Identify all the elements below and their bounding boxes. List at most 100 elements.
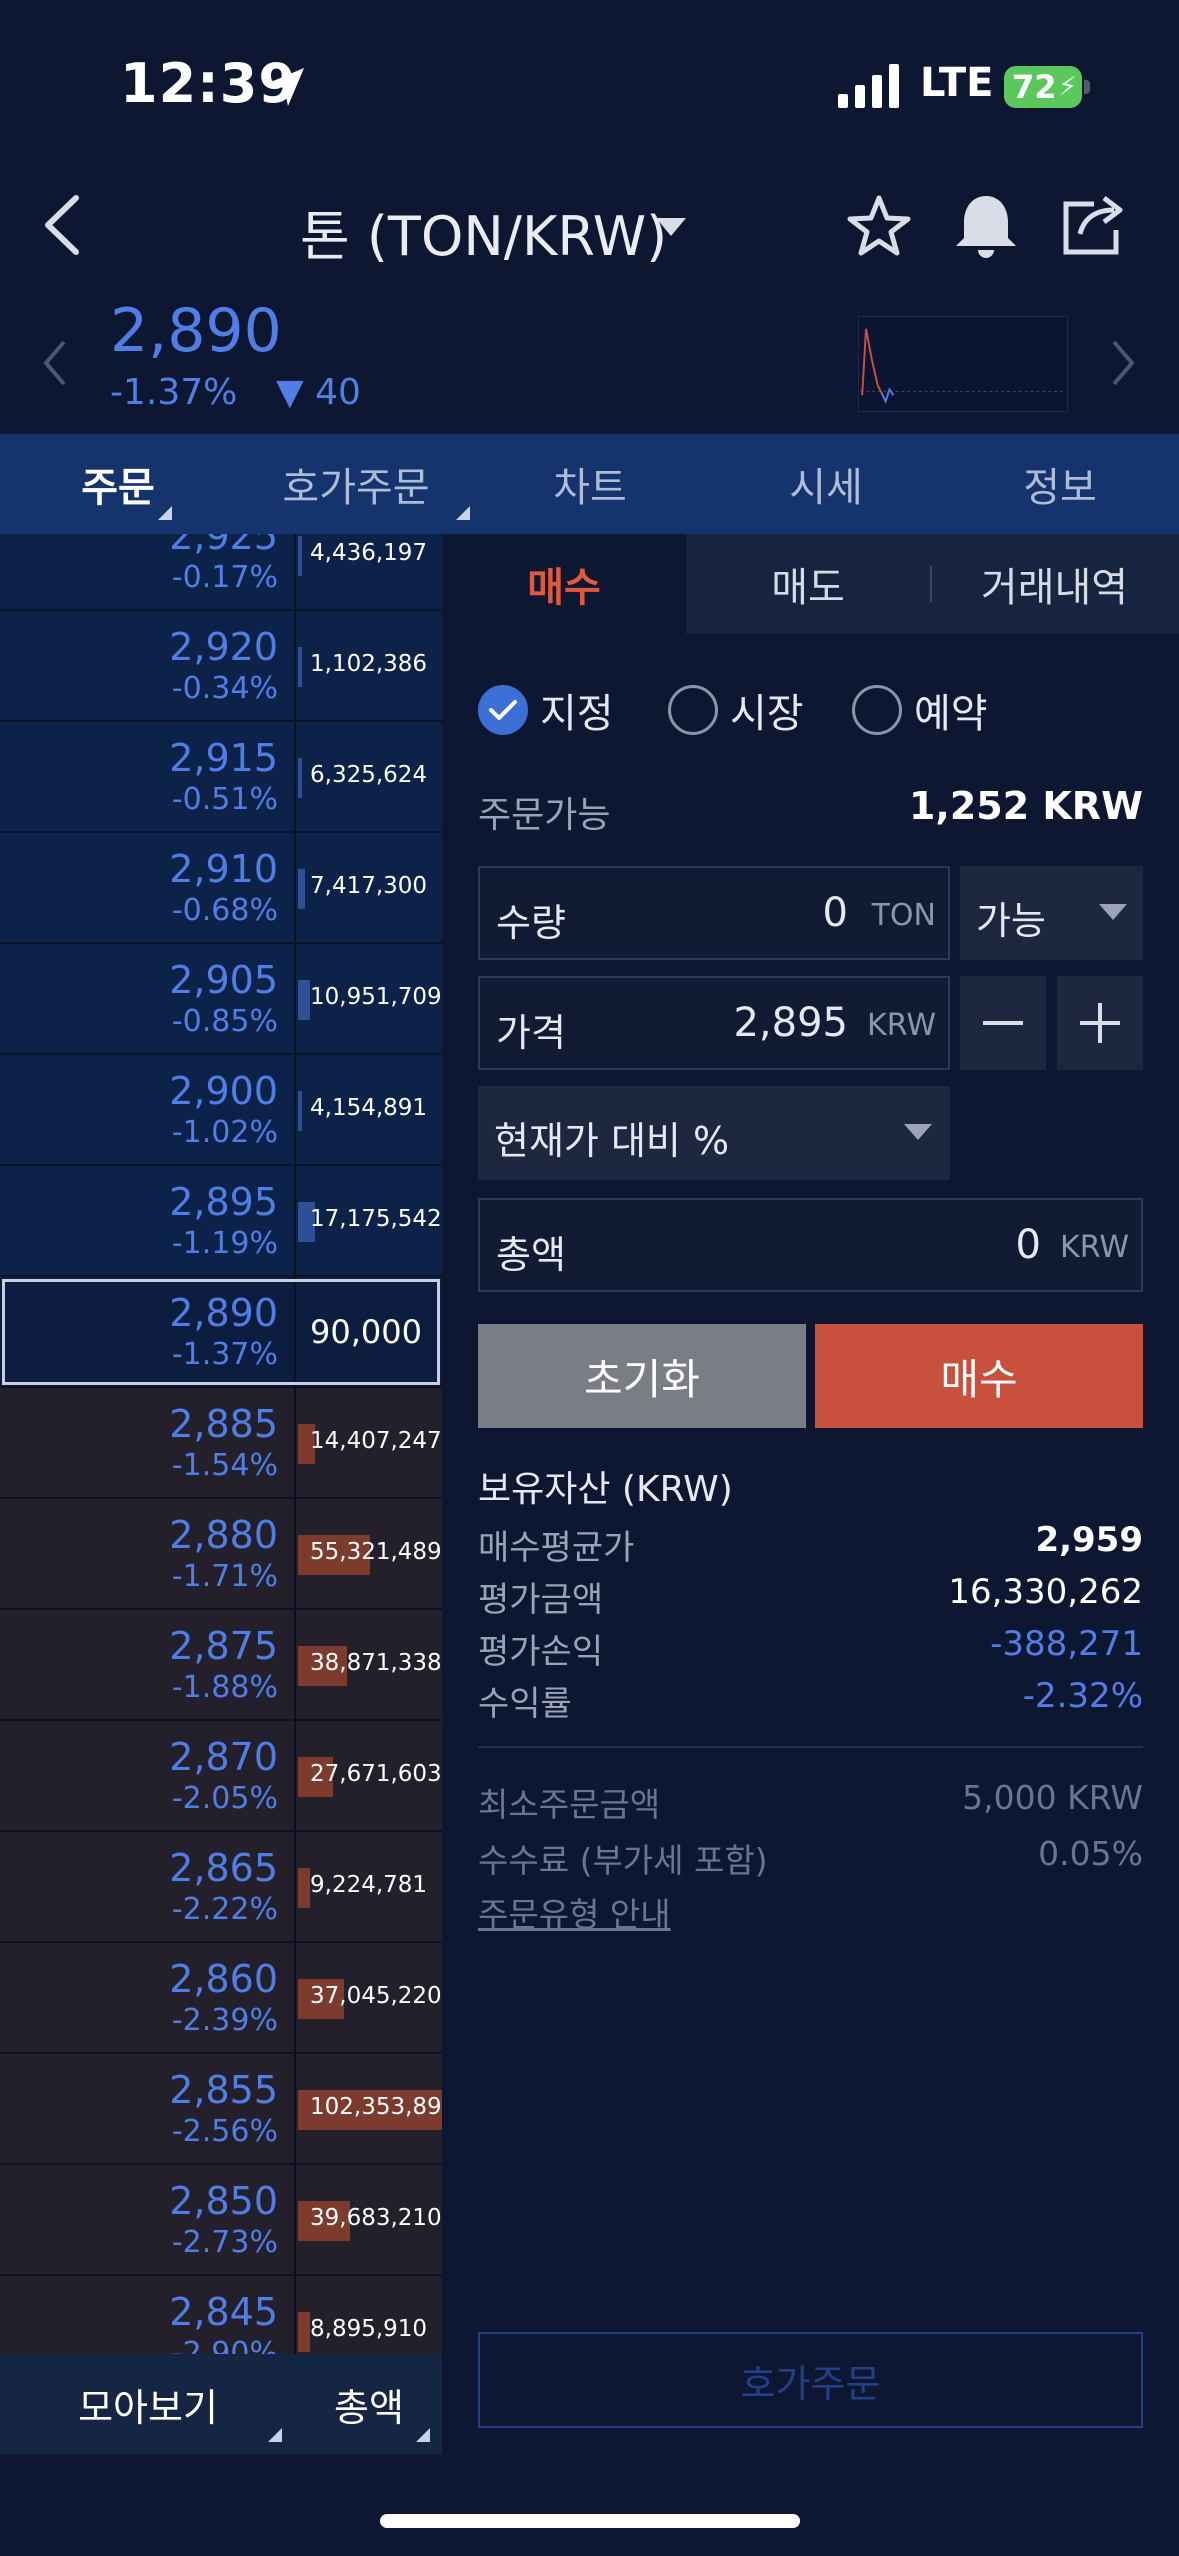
price-cell[interactable]: 2,855 -2.56% (0, 2054, 296, 2163)
orderbook-rate: -2.22% (171, 1892, 278, 1927)
percent-select[interactable]: 현재가 대비 % (478, 1086, 950, 1180)
quantity-option-label: 가능 (976, 899, 1046, 943)
orderbook-ask-row[interactable]: 2,920 -0.34% 1,102,386 (0, 611, 442, 722)
pl-value: -388,271 (990, 1624, 1143, 1664)
orderbook-bid-row[interactable]: 2,865 -2.22% 9,224,781 (0, 1832, 442, 1943)
quantity-field[interactable]: 수량 0 TON (478, 866, 950, 960)
price-cell[interactable]: 2,885 -1.54% (0, 1388, 296, 1497)
quantity-option-dropdown[interactable]: 가능 (960, 866, 1143, 960)
radio-limit-label: 지정 (540, 691, 614, 737)
price-decrease-button[interactable] (960, 976, 1046, 1070)
tab-history[interactable]: 거래내역 (930, 534, 1179, 634)
price-cell[interactable]: 2,875 -1.88% (0, 1610, 296, 1719)
price-cell[interactable]: 2,910 -0.68% (0, 833, 296, 942)
orderbook-rate: -0.17% (171, 560, 278, 595)
orderbook-price: 2,845 (169, 2290, 278, 2334)
orderbook-rate: -2.90% (171, 2336, 278, 2354)
price-cell[interactable]: 2,925 -0.17% (0, 534, 296, 609)
orderbook-current-row[interactable]: 2,890 -1.37% 90,000 (0, 1277, 442, 1388)
prev-coin-chevron-icon[interactable] (40, 338, 70, 388)
price-increase-button[interactable] (1057, 976, 1143, 1070)
pl-row: 평가손익 -388,271 (478, 1624, 1143, 1674)
orderbook-bid-row[interactable]: 2,845 -2.90% 8,895,910 (0, 2276, 442, 2354)
radio-reserve-label: 예약 (914, 691, 988, 737)
price-cell[interactable]: 2,915 -0.51% (0, 722, 296, 831)
orderbook-rate: -1.71% (171, 1559, 278, 1594)
orderbook-bid-row[interactable]: 2,850 -2.73% 39,683,210 (0, 2165, 442, 2276)
mini-price-chart[interactable] (858, 316, 1068, 412)
price-cell[interactable]: 2,920 -0.34% (0, 611, 296, 720)
orderbook-quantity: 4,154,891 (310, 1095, 428, 1121)
min-order-label: 최소주문금액 (478, 1785, 661, 1824)
orderbook-rate: -0.85% (171, 1004, 278, 1039)
price-cell[interactable]: 2,850 -2.73% (0, 2165, 296, 2274)
price-cell[interactable]: 2,895 -1.19% (0, 1166, 296, 1275)
available-value: 1,252 KRW (908, 784, 1143, 828)
bell-icon[interactable] (950, 192, 1022, 262)
change-rate: -1.37% (110, 372, 238, 413)
orderbook-bid-row[interactable]: 2,855 -2.56% 102,353,895 (0, 2054, 442, 2165)
orderbook-ask-row[interactable]: 2,925 -0.17% 4,436,197 (0, 534, 442, 611)
price-cell[interactable]: 2,900 -1.02% (0, 1055, 296, 1164)
orderbook-price: 2,925 (169, 534, 278, 558)
total-value[interactable]: 0 (1016, 1222, 1041, 1268)
total-mode-button[interactable]: 총액 (296, 2354, 442, 2454)
price-cell[interactable]: 2,870 -2.05% (0, 1721, 296, 1830)
order-type-guide-link[interactable]: 주문유형 안내 (478, 1888, 1143, 1934)
back-chevron-icon[interactable] (38, 190, 88, 260)
quantity-value[interactable]: 0 (823, 890, 848, 936)
orderbook-rate: -0.34% (171, 671, 278, 706)
price-unit: KRW (867, 1008, 936, 1043)
eval-amount-label: 평가금액 (478, 1580, 604, 1620)
next-coin-chevron-icon[interactable] (1108, 338, 1138, 388)
total-field[interactable]: 총액 0 KRW (478, 1198, 1143, 1292)
orderbook-bid-row[interactable]: 2,885 -1.54% 14,407,247 (0, 1388, 442, 1499)
tab-order[interactable]: 주문 (40, 434, 196, 534)
buy-button[interactable]: 매수 (815, 1324, 1143, 1428)
avg-price-row: 매수평균가 2,959 (478, 1520, 1143, 1570)
orderbook-price: 2,870 (169, 1735, 278, 1779)
orderbook-ask-row[interactable]: 2,910 -0.68% 7,417,300 (0, 833, 442, 944)
tab-hoga-order-label: 호가주문 (282, 465, 430, 511)
price-cell[interactable]: 2,845 -2.90% (0, 2276, 296, 2354)
orderbook-ask-row[interactable]: 2,895 -1.19% 17,175,542 (0, 1166, 442, 1277)
eval-amount-row: 평가금액 16,330,262 (478, 1572, 1143, 1622)
orderbook-bid-row[interactable]: 2,870 -2.05% 27,671,603 (0, 1721, 442, 1832)
orderbook-ask-row[interactable]: 2,900 -1.02% 4,154,891 (0, 1055, 442, 1166)
radio-market[interactable]: 시장 (668, 682, 804, 738)
star-icon[interactable] (844, 192, 914, 262)
tab-chart[interactable]: 차트 (520, 434, 660, 534)
tab-hoga-order[interactable]: 호가주문 (256, 434, 470, 534)
orderbook-bid-row[interactable]: 2,875 -1.88% 38,871,338 (0, 1610, 442, 1721)
radio-circle-icon (668, 685, 718, 735)
radio-limit[interactable]: 지정 (478, 682, 614, 738)
price-cell[interactable]: 2,860 -2.39% (0, 1943, 296, 2052)
tab-quotes[interactable]: 시세 (756, 434, 896, 534)
orderbook-ask-row[interactable]: 2,915 -0.51% 6,325,624 (0, 722, 442, 833)
hoga-order-button[interactable]: 호가주문 (478, 2332, 1143, 2428)
tab-sell[interactable]: 매도 (686, 534, 930, 634)
caret-down-icon[interactable] (656, 218, 686, 238)
price-value[interactable]: 2,895 (733, 1000, 848, 1046)
volume-bar (298, 1868, 310, 1908)
share-icon[interactable] (1058, 190, 1128, 260)
tab-info[interactable]: 정보 (990, 434, 1130, 534)
radio-reserve[interactable]: 예약 (852, 682, 988, 738)
orderbook-ask-row[interactable]: 2,905 -0.85% 10,951,709 (0, 944, 442, 1055)
price-cell[interactable]: 2,880 -1.71% (0, 1499, 296, 1608)
coin-title[interactable]: 톤 (TON/KRW) (300, 192, 667, 271)
tab-buy[interactable]: 매수 (442, 534, 686, 634)
price-field[interactable]: 가격 2,895 KRW (478, 976, 950, 1070)
price-cell[interactable]: 2,905 -0.85% (0, 944, 296, 1053)
order-book[interactable]: 2,925 -0.17% 4,436,197 2,920 -0.34% 1,102,386… (0, 534, 442, 2354)
orderbook-quantity: 14,407,247 (310, 1428, 442, 1454)
orderbook-quantity: 4,436,197 (310, 540, 428, 566)
view-mode-button[interactable]: 모아보기 (0, 2354, 296, 2454)
reset-button[interactable]: 초기화 (478, 1324, 806, 1428)
home-indicator[interactable] (380, 2514, 800, 2528)
divider (478, 1746, 1143, 1748)
price-cell[interactable]: 2,865 -2.22% (0, 1832, 296, 1941)
orderbook-bid-row[interactable]: 2,880 -1.71% 55,321,489 (0, 1499, 442, 1610)
yield-label: 수익률 (478, 1684, 572, 1724)
orderbook-bid-row[interactable]: 2,860 -2.39% 37,045,220 (0, 1943, 442, 2054)
